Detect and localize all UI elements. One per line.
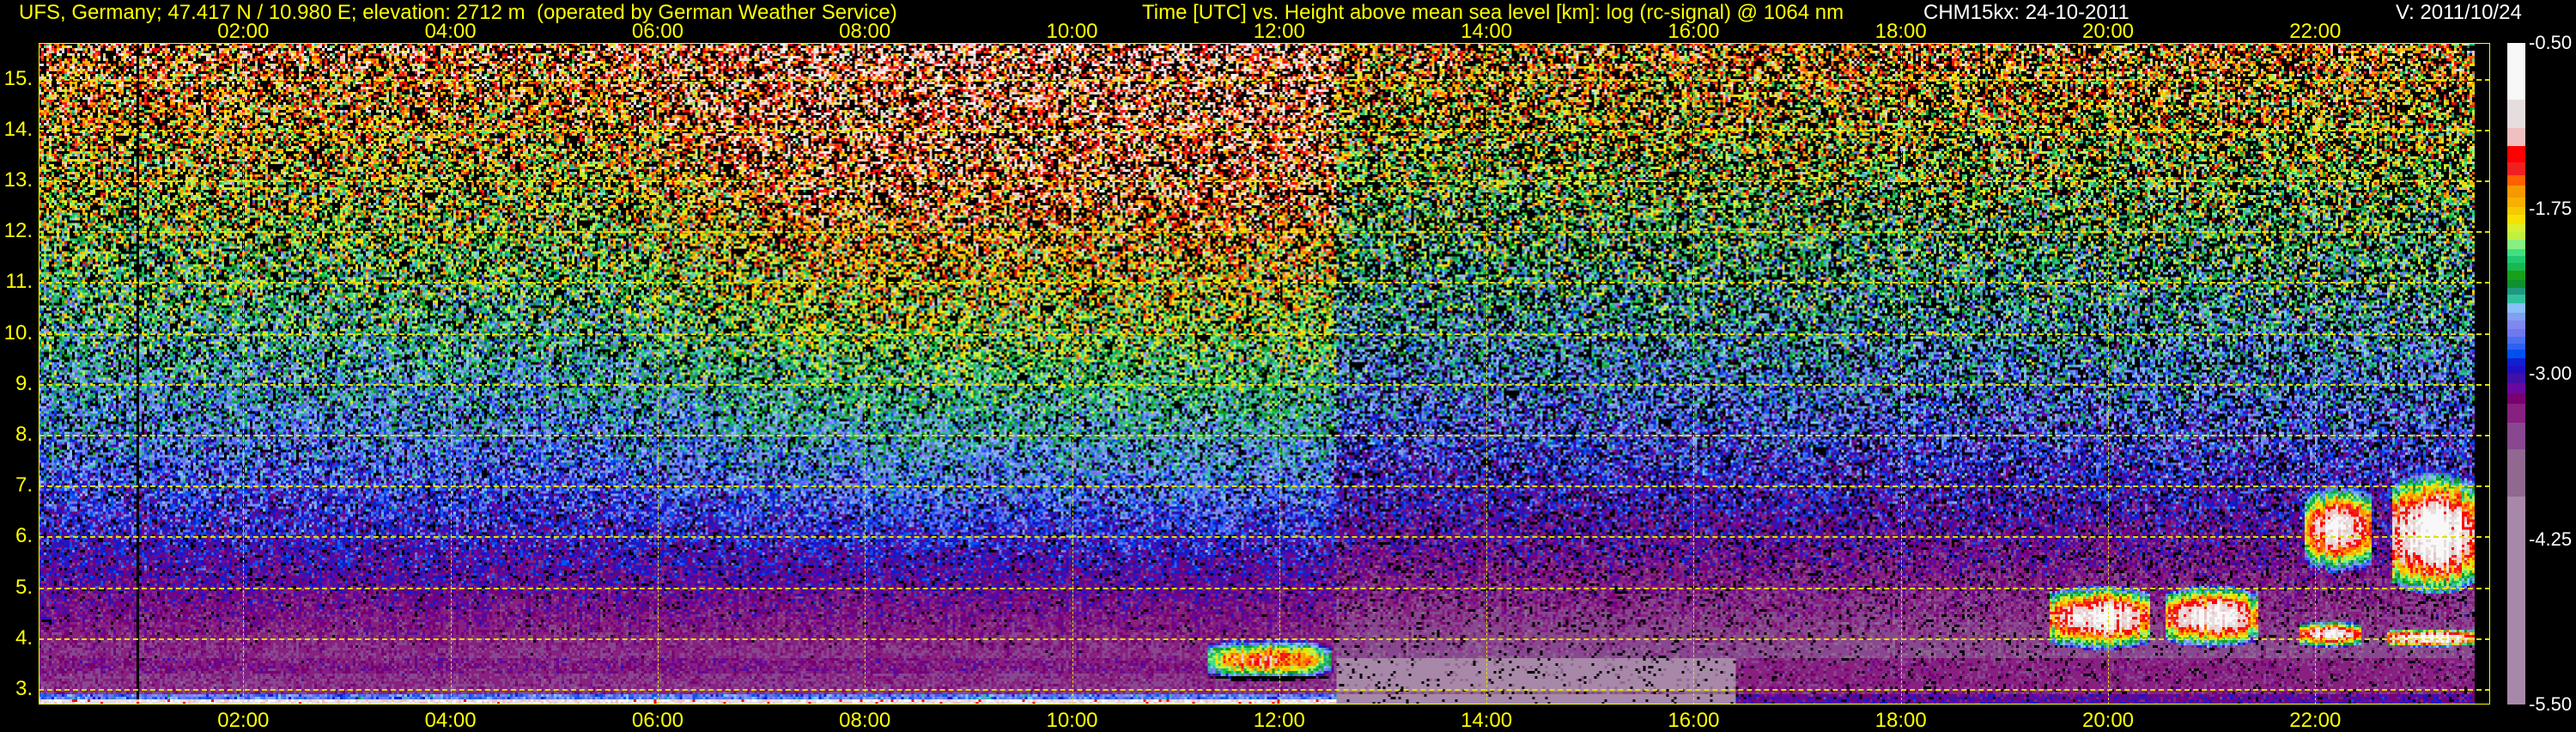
x-tick-label-bottom: 18:00	[1874, 709, 1927, 732]
x-tick-label-top: 20:00	[2081, 20, 2135, 43]
y-gridline	[39, 485, 2490, 488]
colorbar-segment	[2507, 198, 2525, 208]
y-gridline	[39, 332, 2490, 335]
x-gridline	[2108, 43, 2109, 705]
y-gridline	[39, 587, 2490, 589]
y-tick-label: 6.	[15, 524, 33, 548]
x-tick-label-top: 10:00	[1046, 20, 1098, 43]
colorbar-segment	[2507, 497, 2525, 705]
colorbar-segment	[2507, 270, 2525, 281]
colorbar-segment	[2507, 448, 2525, 497]
x-tick-label-bottom: 02:00	[217, 709, 270, 732]
colorbar-label: -1.75	[2529, 197, 2573, 219]
y-gridline	[39, 78, 2490, 81]
y-tick-label: 5.	[15, 575, 33, 599]
y-tick-label: 9.	[15, 371, 33, 395]
y-gridline	[39, 637, 2490, 640]
y-gridline	[39, 180, 2490, 182]
x-gridline	[243, 43, 245, 705]
plot-area	[39, 43, 2490, 705]
x-gridline	[1900, 43, 1902, 705]
x-tick-label-top: 12:00	[1253, 20, 1305, 43]
colorbar-segment	[2507, 43, 2525, 101]
x-tick-label-bottom: 06:00	[631, 709, 683, 732]
y-tick-label: 8.	[15, 423, 33, 446]
y-tick-label: 14.	[3, 117, 33, 141]
y-gridline	[39, 383, 2490, 386]
colorbar-label: -4.25	[2529, 528, 2573, 550]
colorbar-segment	[2507, 215, 2525, 225]
x-tick-label-bottom: 12:00	[1253, 709, 1305, 732]
x-tick-label-top: 18:00	[1874, 20, 1927, 43]
colorbar-label: -0.50	[2529, 32, 2573, 53]
colorbar-segment	[2507, 146, 2525, 163]
x-gridline	[450, 43, 452, 705]
backscatter-heatmap	[39, 43, 2490, 705]
y-tick-label: 3.	[15, 677, 33, 700]
colorbar-segment	[2507, 100, 2525, 129]
x-tick-label-top: 22:00	[2289, 20, 2342, 43]
colorbar	[2507, 43, 2525, 705]
colorbar-segment	[2507, 240, 2525, 250]
colorbar-segment	[2507, 374, 2525, 384]
y-gridline	[39, 129, 2490, 131]
x-gridline	[1072, 43, 1073, 705]
y-tick-label: 7.	[15, 473, 33, 497]
x-tick-label-bottom: 14:00	[1461, 709, 1513, 732]
x-gridline	[1693, 43, 1695, 705]
x-gridline	[865, 43, 866, 705]
colorbar-segment	[2507, 393, 2525, 405]
x-tick-label-bottom: 22:00	[2289, 709, 2342, 732]
colorbar-segment	[2507, 127, 2525, 147]
x-tick-label-top: 06:00	[631, 20, 683, 43]
colorbar-segment	[2507, 303, 2525, 314]
x-tick-label-bottom: 20:00	[2081, 709, 2135, 732]
y-gridline	[39, 282, 2490, 284]
colorbar-label: -5.50	[2529, 693, 2573, 715]
y-tick-label: 4.	[15, 625, 33, 650]
y-tick-label: 15.	[3, 66, 33, 90]
x-tick-label-bottom: 10:00	[1046, 709, 1098, 732]
x-tick-label-top: 14:00	[1461, 20, 1513, 43]
y-tick-label: 13.	[3, 168, 33, 192]
colorbar-segment	[2507, 422, 2525, 450]
colorbar-segment	[2507, 175, 2525, 186]
y-tick-label: 11.	[5, 270, 33, 294]
colorbar-segment	[2507, 382, 2525, 394]
y-gridline	[39, 231, 2490, 234]
x-gridline	[657, 43, 659, 705]
x-gridline	[1279, 43, 1280, 705]
y-gridline	[39, 536, 2490, 539]
y-tick-label: 10.	[3, 320, 33, 345]
x-gridline	[1486, 43, 1488, 705]
x-tick-label-top: 02:00	[217, 20, 270, 43]
y-gridline	[39, 435, 2490, 436]
x-gridline	[2315, 43, 2317, 705]
x-tick-label-bottom: 04:00	[424, 709, 477, 732]
colorbar-segment	[2507, 162, 2525, 176]
y-gridline	[39, 689, 2490, 691]
version-label: V: 2011/10/24	[2396, 1, 2522, 24]
x-tick-label-top: 16:00	[1668, 20, 1720, 43]
colorbar-segment	[2507, 294, 2525, 304]
x-tick-label-top: 04:00	[424, 20, 477, 43]
x-tick-label-top: 08:00	[839, 20, 891, 43]
colorbar-label: -3.00	[2529, 363, 2573, 384]
x-tick-label-bottom: 08:00	[839, 709, 891, 732]
colorbar-segment	[2507, 404, 2525, 424]
y-tick-label: 12.	[3, 219, 33, 243]
x-tick-label-bottom: 16:00	[1668, 709, 1720, 732]
colorbar-segment	[2507, 186, 2525, 198]
